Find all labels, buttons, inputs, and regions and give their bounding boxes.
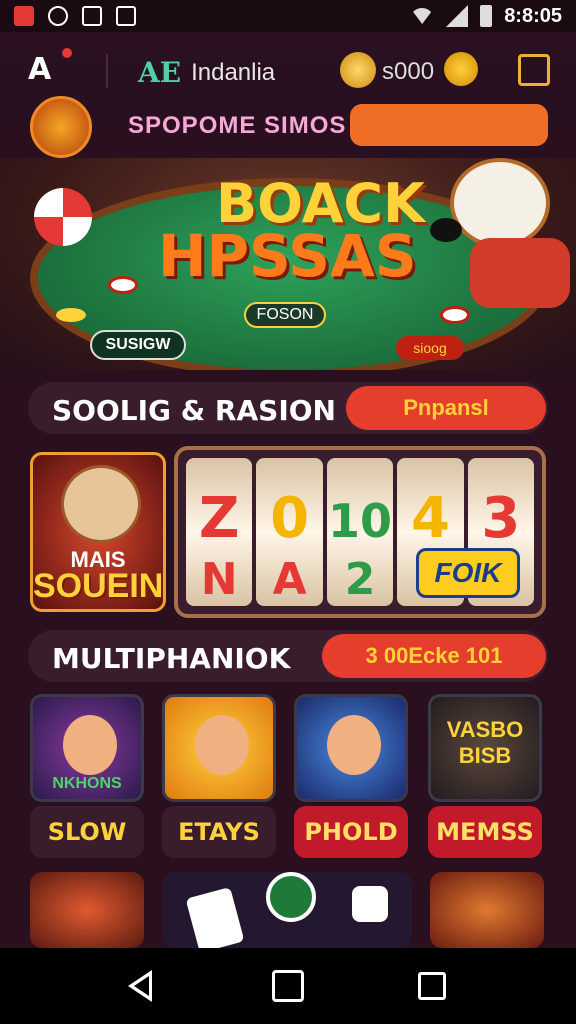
character-image: [63, 715, 117, 775]
promo-strip: SPOPOME SIMOS: [0, 96, 576, 158]
reel-symbol: 3: [481, 486, 521, 551]
section-button[interactable]: 3 00Ecke 101: [322, 634, 546, 678]
balance-value: s000: [382, 58, 435, 85]
back-icon-inner: [134, 976, 149, 996]
mascot-image: [61, 465, 141, 543]
store-icon: [116, 6, 136, 26]
header-divider: [106, 54, 108, 88]
hero-pill: SUSIGW: [90, 330, 186, 360]
mascot-image: [430, 158, 570, 308]
signal-icon: [446, 5, 469, 27]
logout-icon[interactable]: [518, 54, 550, 86]
reel-symbol: 0: [270, 486, 310, 551]
promo-tile[interactable]: [162, 872, 412, 948]
reel: Z N: [186, 458, 253, 606]
status-time: 8:8:05: [504, 4, 562, 27]
game-tile[interactable]: NKHONS: [30, 694, 144, 802]
dice-icon: [185, 887, 245, 948]
recents-icon[interactable]: [418, 972, 446, 1000]
chip-icon: [266, 872, 316, 922]
navigation-bar: [0, 948, 576, 1024]
battery-icon: [480, 5, 493, 27]
game-label[interactable]: PHOLD: [294, 806, 408, 858]
section-title: SOOLIG & RASION: [52, 394, 336, 427]
reel: 10 2: [326, 458, 394, 606]
game-tile[interactable]: [162, 694, 276, 802]
notification-dot: [62, 48, 72, 58]
coin-icon: [340, 52, 376, 88]
chip-icon: [108, 276, 138, 294]
game-caption: VASBO BISB: [446, 717, 524, 768]
reel-symbol: 2: [344, 554, 376, 605]
game-label[interactable]: MEMSS: [428, 806, 542, 858]
sync-icon: [48, 6, 68, 26]
slot-card-subtitle: SOUEIN: [33, 567, 164, 605]
deposit-button[interactable]: [444, 52, 478, 86]
brand-name: Indanlia: [191, 58, 276, 86]
chip-icon: [56, 308, 86, 322]
reel-symbol: N: [200, 554, 238, 605]
hero-pill: FOSON: [244, 302, 326, 328]
home-icon[interactable]: [272, 970, 304, 1002]
alert-icon: [14, 6, 34, 26]
dice-icon: [352, 886, 388, 922]
brand-mark: AE: [138, 56, 182, 89]
brand[interactable]: AE Indanlia: [138, 56, 275, 89]
reel-symbol: Z: [198, 486, 240, 551]
game-tile[interactable]: [30, 872, 144, 948]
chip-icon: [34, 188, 92, 246]
section-button[interactable]: Pnpansl: [346, 386, 546, 430]
reel-symbol: 4: [410, 486, 450, 551]
section-title: MULTIPHANIOK: [52, 642, 291, 675]
slot-game-card[interactable]: MAIS SOUEIN: [30, 452, 166, 612]
avatar[interactable]: [30, 96, 92, 158]
game-caption: NKHONS: [52, 775, 122, 792]
game-tile[interactable]: [294, 694, 408, 802]
character-image: [327, 715, 381, 775]
game-tile[interactable]: VASBO BISB: [428, 694, 542, 802]
section-header: SOOLIG & RASION Pnpansl: [28, 382, 548, 434]
chip-icon: [440, 306, 470, 324]
shopping-icon: [82, 6, 102, 26]
section-header: MULTIPHANIOK 3 00Ecke 101: [28, 630, 548, 682]
reel-symbol: 10: [328, 494, 393, 548]
hero-tag: sioog: [396, 336, 464, 360]
promo-text: SPOPOME SIMOS: [128, 112, 347, 139]
reel-symbol: A: [272, 554, 307, 605]
game-label[interactable]: SLOW: [30, 806, 144, 858]
character-image: [195, 715, 249, 775]
status-bar: 8:8:05: [0, 0, 576, 32]
promo-button[interactable]: [350, 104, 548, 146]
app-logo[interactable]: A: [28, 52, 51, 87]
wifi-icon: [410, 8, 435, 24]
hero-title: HPSSAS: [158, 222, 417, 290]
reel: 0 A: [256, 458, 323, 606]
slot-badge[interactable]: FOIK: [416, 548, 520, 598]
game-label[interactable]: ETAYS: [162, 806, 276, 858]
game-tile[interactable]: [430, 872, 544, 948]
